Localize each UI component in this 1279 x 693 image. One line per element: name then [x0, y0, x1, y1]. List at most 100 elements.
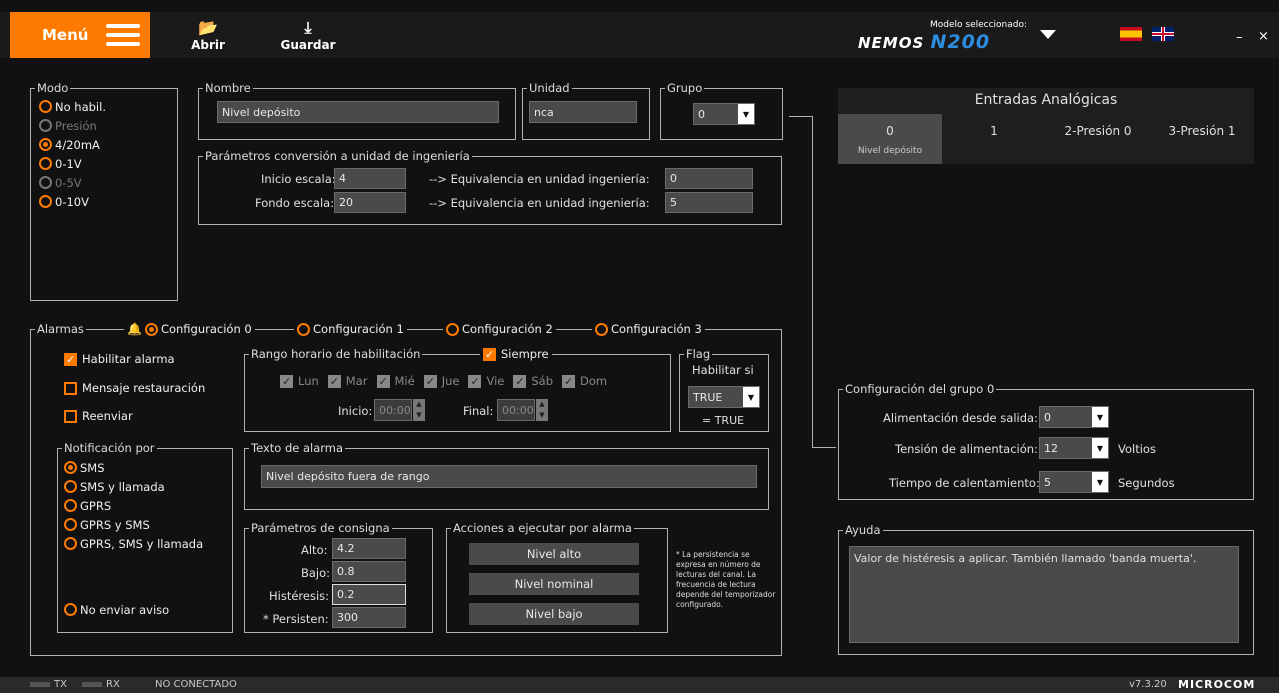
alto-label: Alto:	[301, 543, 328, 557]
inicio-escala-input[interactable]: 4	[334, 168, 406, 189]
bell-icon: 🔔	[127, 322, 142, 336]
config-tab-2[interactable]: Configuración 2	[443, 321, 556, 337]
flag-group: Flag Habilitar si TRUE ▼ = TRUE	[679, 347, 769, 432]
modo-option-presion: Presión	[39, 116, 106, 135]
tiempo-select[interactable]: 5 ▼	[1039, 471, 1109, 493]
notificacion-legend: Notificación por	[62, 441, 157, 455]
grupo-config-legend: Configuración del grupo 0	[843, 382, 997, 396]
equivalencia-input-2[interactable]: 5	[665, 192, 753, 213]
mensaje-restauracion-checkbox[interactable]: Mensaje restauración	[64, 381, 205, 395]
modo-legend: Modo	[35, 81, 71, 95]
histeresis-input[interactable]: 0.2	[332, 584, 406, 605]
unidad-input[interactable]: nca	[529, 101, 637, 123]
tab-entrada-1[interactable]: 1	[942, 114, 1046, 164]
modo-group: Modo No habil. Presión 4/20mA 0-1V 0-5V …	[30, 81, 178, 301]
save-label: Guardar	[280, 38, 336, 52]
model-name: N200	[930, 31, 991, 53]
texto-alarma-legend: Texto de alarma	[249, 441, 346, 455]
modo-option-0-10v[interactable]: 0-10V	[39, 192, 106, 211]
radio-icon	[64, 603, 77, 616]
config-tab-3[interactable]: Configuración 3	[592, 321, 705, 337]
final-time-input: 00:00	[497, 399, 535, 421]
folder-icon: 📂	[198, 18, 218, 37]
alimentacion-select[interactable]: 0 ▼	[1039, 406, 1109, 428]
radio-icon	[39, 119, 52, 132]
checkbox-icon	[64, 381, 77, 395]
ayuda-legend: Ayuda	[843, 523, 883, 537]
dropdown-arrow-icon: ▼	[1092, 407, 1108, 427]
radio-icon	[64, 518, 77, 531]
texto-alarma-input[interactable]: Nivel depósito fuera de rango	[261, 465, 757, 488]
reenviar-checkbox[interactable]: Reenviar	[64, 409, 133, 423]
radio-icon	[64, 537, 77, 550]
config-tab-1[interactable]: Configuración 1	[294, 321, 407, 337]
nivel-nominal-button[interactable]: Nivel nominal	[469, 573, 639, 595]
save-button[interactable]: ⤓ Guardar	[280, 18, 336, 52]
tab-entrada-3[interactable]: 3-Presión 1	[1150, 114, 1254, 164]
checkmark-icon: ✓	[64, 352, 77, 366]
version-label: v7.3.20	[1129, 679, 1167, 690]
tiempo-unit: Segundos	[1118, 476, 1175, 490]
status-bar: TX RX NO CONECTADO v7.3.20 MICROCOM	[0, 677, 1279, 693]
notif-option-gprs-sms-llamada[interactable]: GPRS, SMS y llamada	[64, 534, 203, 553]
uk-flag-icon[interactable]	[1152, 27, 1174, 41]
tension-select[interactable]: 12 ▼	[1039, 437, 1109, 459]
notif-option-sms[interactable]: SMS	[64, 458, 203, 477]
tab-entrada-0[interactable]: 0 Nivel depósito	[838, 114, 942, 164]
rango-legend: Rango horario de habilitación	[249, 347, 423, 361]
spanish-flag-icon[interactable]	[1120, 27, 1142, 41]
radio-icon	[39, 157, 52, 170]
entradas-analogicas-panel: Entradas Analógicas 0 Nivel depósito 1 2…	[838, 88, 1254, 164]
equivalencia-input-1[interactable]: 0	[665, 168, 753, 189]
model-prefix: NEMOS	[858, 34, 925, 52]
hamburger-icon	[106, 24, 140, 46]
nivel-alto-button[interactable]: Nivel alto	[469, 543, 639, 565]
fondo-escala-label: Fondo escala:	[255, 196, 335, 210]
bajo-input[interactable]: 0.8	[332, 561, 406, 582]
habilitar-alarma-checkbox[interactable]: ✓ Habilitar alarma	[64, 352, 175, 366]
inicio-escala-label: Inicio escala:	[261, 172, 336, 186]
rango-horario-group: Rango horario de habilitación	[244, 347, 671, 432]
brand-logo: MICROCOM	[1178, 678, 1256, 691]
persisten-label: * Persisten:	[263, 612, 329, 626]
model-dropdown-icon[interactable]	[1040, 30, 1056, 39]
day-checkbox-mar: ✓ Mar	[327, 374, 368, 388]
modo-option-4-20ma[interactable]: 4/20mA	[39, 135, 106, 154]
notif-option-gprs-sms[interactable]: GPRS y SMS	[64, 515, 203, 534]
unidad-legend: Unidad	[527, 81, 572, 95]
radio-icon	[64, 480, 77, 493]
menu-button[interactable]: Menú	[10, 12, 150, 58]
day-checkbox-dom: ✓ Dom	[562, 374, 608, 388]
dropdown-arrow-icon: ▼	[1092, 438, 1108, 458]
close-button[interactable]: ×	[1258, 29, 1269, 44]
tab-entrada-2[interactable]: 2-Presión 0	[1046, 114, 1150, 164]
tx-indicator: TX	[30, 679, 67, 690]
grupo-select[interactable]: 0 ▼	[693, 103, 755, 125]
fondo-escala-input[interactable]: 20	[334, 192, 406, 213]
nombre-input[interactable]: Nivel depósito	[217, 101, 499, 123]
minimize-button[interactable]: –	[1236, 30, 1243, 45]
texto-alarma-group: Texto de alarma Nivel depósito fuera de …	[244, 441, 769, 510]
modo-option-0-1v[interactable]: 0-1V	[39, 154, 106, 173]
days-row: ✓ Lun ✓ Mar ✓ Mié ✓ Jue ✓ Vie ✓ Sáb ✓ Dom	[280, 374, 607, 388]
day-checkbox-lun: ✓ Lun	[280, 374, 319, 388]
siempre-checkbox[interactable]: ✓ Siempre	[480, 347, 552, 361]
flag-select[interactable]: TRUE ▼	[688, 386, 760, 408]
no-enviar-aviso-radio[interactable]: No enviar aviso	[64, 600, 169, 619]
notif-option-gprs[interactable]: GPRS	[64, 496, 203, 515]
alto-input[interactable]: 4.2	[332, 538, 406, 559]
config-tab-0[interactable]: Configuración 0	[144, 320, 252, 339]
day-checkbox-jue: ✓ Jue	[423, 374, 460, 388]
persistence-note: * La persistencia se expresa en número d…	[676, 550, 776, 609]
equivalencia-label-1: --> Equivalencia en unidad ingeniería:	[429, 172, 650, 186]
persisten-input[interactable]: 300	[332, 607, 406, 628]
nombre-legend: Nombre	[203, 81, 253, 95]
habilitar-si-label: Habilitar si	[692, 363, 754, 377]
notif-option-sms-llamada[interactable]: SMS y llamada	[64, 477, 203, 496]
nivel-bajo-button[interactable]: Nivel bajo	[469, 603, 639, 625]
equivalencia-label-2: --> Equivalencia en unidad ingeniería:	[429, 196, 650, 210]
dropdown-arrow-icon: ▼	[738, 104, 754, 124]
modo-option-no-habil[interactable]: No habil.	[39, 97, 106, 116]
open-button[interactable]: 📂 Abrir	[190, 18, 226, 52]
inicio-spinner-icon: ▲ ▼	[413, 399, 425, 421]
